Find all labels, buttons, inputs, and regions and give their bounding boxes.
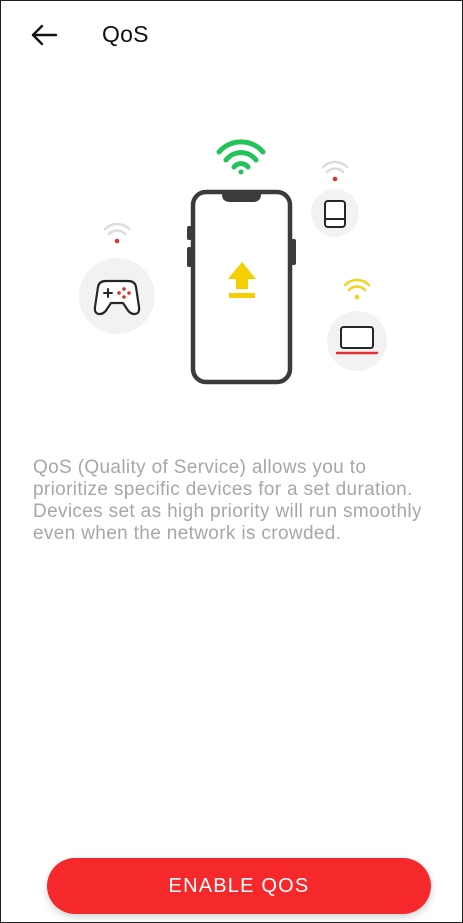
arrow-left-icon [31, 24, 58, 46]
enable-qos-button[interactable]: ENABLE QOS [47, 858, 431, 914]
app-header: QoS [1, 1, 462, 65]
qos-illustration [79, 139, 387, 385]
back-button[interactable] [31, 23, 59, 47]
tablet-wifi-icon [321, 160, 349, 182]
gamepad-wifi-icon [103, 222, 131, 244]
laptop-wifi-icon [343, 278, 371, 300]
gamepad-device [79, 222, 155, 334]
phone-wifi-icon [216, 139, 266, 175]
phone-device [187, 139, 296, 385]
tablet-icon [324, 200, 346, 228]
tablet-device [311, 160, 359, 237]
qos-description: QoS (Quality of Service) allows you to p… [33, 457, 422, 544]
page-title: QoS [102, 21, 149, 47]
qos-screen: QoS QoS (Quality of Service) allows you … [0, 0, 463, 923]
laptop-device [327, 278, 387, 371]
